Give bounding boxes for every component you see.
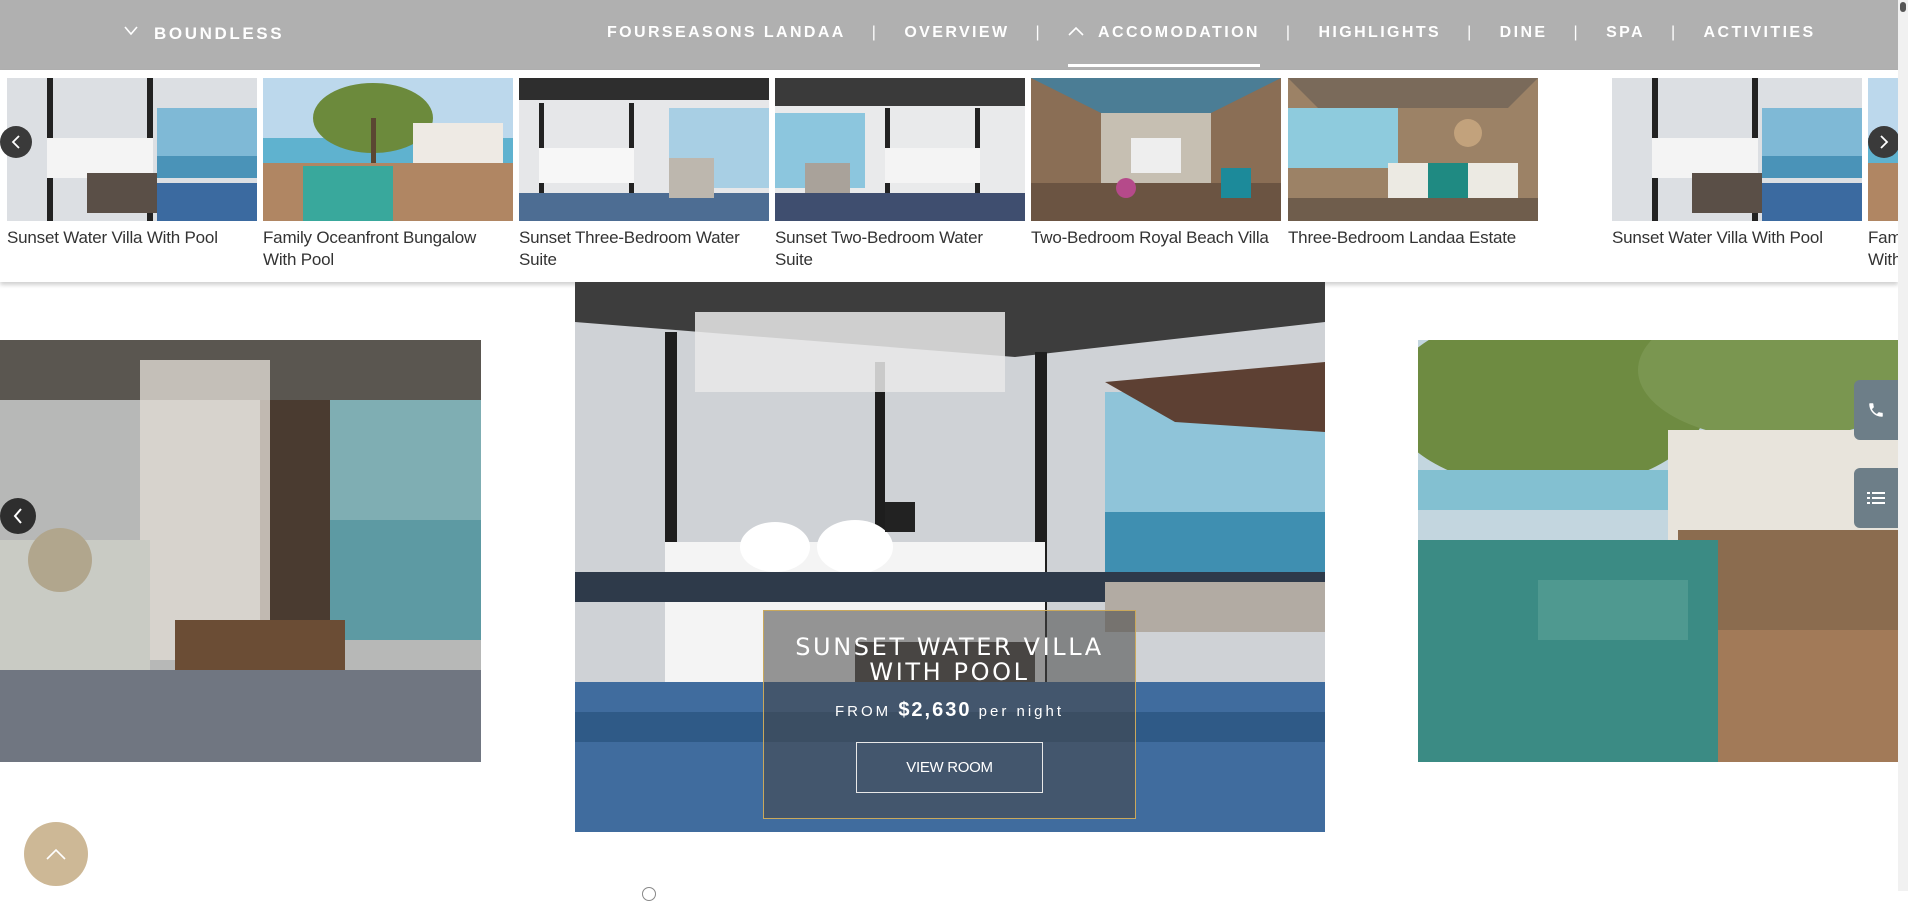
carousel-prev-button[interactable]	[0, 498, 36, 534]
nav-separator: |	[1035, 24, 1043, 41]
nav-link-dine[interactable]: DINE	[1500, 24, 1548, 42]
nav-links: FOURSEASONS LANDAA | OVERVIEW | ACCOMODA…	[607, 24, 1816, 67]
carousel-slide-previous[interactable]	[0, 340, 481, 762]
room-thumbnail	[263, 78, 513, 221]
room-thumbnail	[1612, 78, 1862, 221]
nav-link-highlights[interactable]: HIGHLIGHTS	[1318, 24, 1441, 42]
scrollbar-thumb[interactable]	[1900, 2, 1906, 12]
room-card-label: Family Oceanfront Bungalow With Pool	[1868, 228, 1898, 269]
nav-link-spa[interactable]: SPA	[1606, 24, 1645, 42]
brand-menu[interactable]: BOUNDLESS	[124, 24, 284, 44]
nav-separator: |	[1467, 24, 1474, 41]
room-card-label: Sunset Two-Bedroom Water Suite	[775, 228, 983, 269]
nav-separator: |	[871, 24, 879, 41]
brand-label: BOUNDLESS	[154, 24, 285, 43]
room-card[interactable]: Sunset Water Villa With Pool	[1612, 78, 1862, 249]
chevron-left-icon	[11, 135, 20, 149]
chevron-up-icon	[46, 848, 66, 860]
room-thumbnail	[7, 78, 257, 221]
room-title: SUNSET WATER VILLA WITH POOL	[795, 633, 1104, 686]
room-card[interactable]: Family Oceanfront Bungalow With Pool	[1868, 78, 1898, 271]
nav-link-accomodation[interactable]: ACCOMODATION	[1068, 24, 1260, 67]
strip-next-button[interactable]	[1868, 126, 1898, 158]
list-menu-button[interactable]	[1854, 468, 1898, 528]
price-suffix: per night	[978, 703, 1065, 720]
chevron-up-icon	[1068, 26, 1084, 36]
room-card[interactable]: Two-Bedroom Royal Beach Villa	[1031, 78, 1281, 249]
room-info-panel: SUNSET WATER VILLA WITH POOL FROM $2,630…	[763, 610, 1136, 819]
top-navigation: BOUNDLESS FOURSEASONS LANDAA | OVERVIEW …	[0, 0, 1898, 70]
room-card-label: Three-Bedroom Landaa Estate	[1288, 228, 1517, 247]
room-thumbnail	[1288, 78, 1538, 221]
nav-link-accomodation-label: ACCOMODATION	[1098, 24, 1260, 41]
nav-separator: |	[1285, 24, 1293, 41]
list-icon	[1867, 492, 1885, 504]
room-card[interactable]: Sunset Two-Bedroom Water Suite	[775, 78, 1025, 271]
room-price: FROM $2,630 per night	[764, 699, 1135, 722]
nav-separator: |	[1670, 24, 1678, 41]
room-card-label: Sunset Water Villa With Pool	[1612, 228, 1823, 247]
carousel-slide-next[interactable]	[1418, 340, 1898, 762]
chevron-left-icon	[13, 508, 22, 524]
page-scrollbar[interactable]	[1898, 0, 1908, 891]
room-card[interactable]: Family Oceanfront Bungalow With Pool	[263, 78, 513, 271]
room-card-label: Family Oceanfront Bungalow With Pool	[263, 228, 477, 269]
phone-icon	[1869, 403, 1883, 417]
strip-prev-button[interactable]	[0, 126, 32, 158]
nav-link-overview[interactable]: OVERVIEW	[904, 24, 1009, 42]
room-card-label: Sunset Three-Bedroom Water Suite	[519, 228, 740, 269]
room-thumbnail-strip: Sunset Water Villa With Pool Family Ocea…	[0, 70, 1898, 282]
chevron-right-icon	[1880, 135, 1889, 149]
view-room-button[interactable]: VIEW ROOM	[856, 742, 1043, 793]
room-card-label: Two-Bedroom Royal Beach Villa	[1031, 228, 1269, 247]
nav-link-fourseasons-landaa[interactable]: FOURSEASONS LANDAA	[607, 24, 846, 42]
room-card[interactable]: Sunset Three-Bedroom Water Suite	[519, 78, 769, 271]
nav-link-activities[interactable]: ACTIVITIES	[1704, 24, 1816, 42]
chevron-down-icon	[124, 26, 138, 36]
carousel-indicator[interactable]	[642, 887, 656, 901]
phone-button[interactable]	[1854, 380, 1898, 440]
room-thumbnail	[519, 78, 769, 221]
nav-separator: |	[1573, 24, 1581, 41]
room-card[interactable]: Three-Bedroom Landaa Estate	[1288, 78, 1538, 249]
room-card[interactable]: Sunset Water Villa With Pool	[7, 78, 257, 249]
room-thumbnail	[1031, 78, 1281, 221]
price-prefix: FROM	[834, 703, 892, 720]
room-card-label: Sunset Water Villa With Pool	[7, 228, 218, 247]
price-amount: $2,630	[898, 699, 972, 721]
room-thumbnail	[775, 78, 1025, 221]
scroll-to-top-button[interactable]	[24, 822, 88, 886]
